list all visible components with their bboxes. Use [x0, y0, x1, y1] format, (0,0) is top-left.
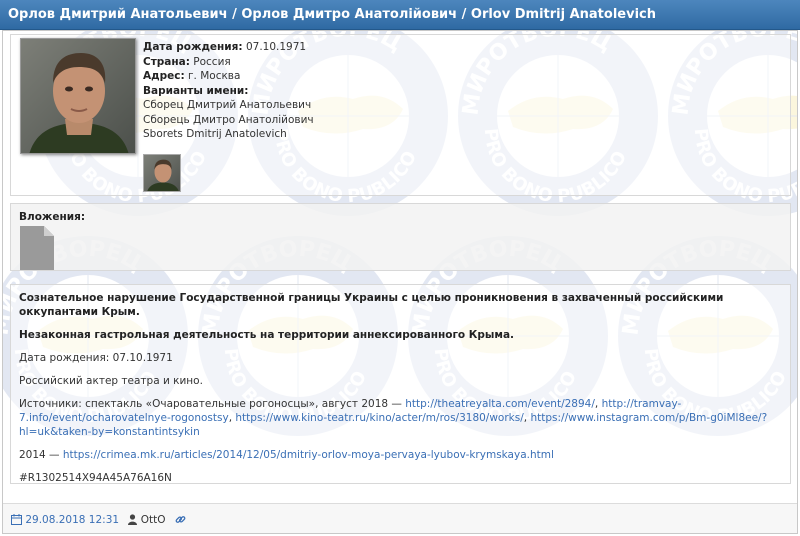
birth-label: Дата рождения:	[143, 41, 243, 53]
name-variant: Sborets Dmitrij Anatolevich	[143, 128, 287, 140]
address-label: Адрес:	[143, 70, 185, 82]
page-title: Орлов Дмитрий Анатольевич / Орлов Дмитро…	[0, 0, 800, 30]
violation-headline: Сознательное нарушение Государственной г…	[19, 292, 724, 318]
sources-prefix: Источники: спектакль «Очаровательные рог…	[19, 398, 406, 410]
post-date[interactable]: 29.08.2018 12:31	[25, 514, 119, 526]
sources-paragraph: Источники: спектакль «Очаровательные рог…	[19, 397, 777, 439]
birth-value: 07.10.1971	[245, 41, 307, 53]
profile-photo[interactable]	[20, 38, 136, 154]
source-2014-paragraph: 2014 — https://crimea.mk.ru/articles/201…	[19, 448, 777, 462]
name-variant: Сборец Дмитрий Анатольевич	[143, 99, 312, 111]
activity-headline: Незаконная гастрольная деятельность на т…	[19, 329, 515, 341]
attachments-panel: Вложения:	[10, 203, 791, 271]
description-panel: Сознательное нарушение Государственной г…	[10, 284, 791, 484]
record-hash: #R1302514X94A45A76A16N	[19, 472, 172, 484]
source-link[interactable]: https://crimea.mk.ru/articles/2014/12/05…	[63, 449, 554, 461]
birth-date-text: Дата рождения: 07.10.1971	[19, 352, 173, 364]
name-variants-label: Варианты имени:	[143, 84, 249, 97]
record-footer: 29.08.2018 12:31 OttO	[3, 503, 797, 533]
calendar-icon	[11, 514, 22, 525]
user-icon	[128, 514, 138, 525]
author[interactable]: OttO	[128, 514, 168, 526]
attachments-label: Вложения:	[19, 211, 86, 223]
country-label: Страна:	[143, 55, 190, 68]
file-icon[interactable]	[18, 224, 56, 272]
country-value: Россия	[193, 55, 231, 68]
profile-thumbnail[interactable]	[143, 154, 181, 192]
thumbnail-image	[144, 155, 180, 191]
author-name: OttO	[140, 514, 166, 526]
source-link[interactable]: http://theatreyalta.com/event/2894/	[405, 398, 595, 410]
portrait-image	[21, 39, 135, 153]
profile-info: Дата рождения: 07.10.1971 Страна: Россия…	[143, 40, 314, 142]
name-variant: Сборець Дмитро Анатолійович	[143, 113, 314, 126]
profile-panel: Дата рождения: 07.10.1971 Страна: Россия…	[10, 34, 791, 196]
record-card: МИРОТВОРЕЦPRO BONO PUBLICOМИРОТВОРЕЦPRO …	[2, 30, 798, 534]
address-value: г. Москва	[188, 70, 241, 82]
year-prefix: 2014 —	[19, 449, 63, 461]
source-link[interactable]: https://www.kino-teatr.ru/kino/acter/m/r…	[235, 412, 523, 424]
bio-text: Российский актер театра и кино.	[19, 375, 203, 387]
link-icon[interactable]	[175, 514, 186, 525]
separator: ,	[594, 398, 602, 410]
